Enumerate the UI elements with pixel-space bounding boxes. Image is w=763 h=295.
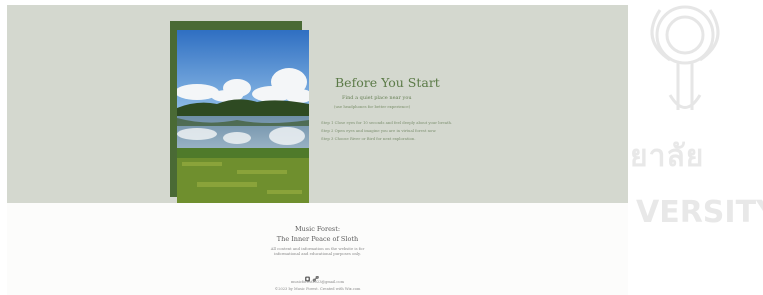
hero-subnote: (use headphones for better experience) bbox=[334, 104, 411, 109]
steps-list: Step 1 Close eyes for 10 seconds and fee… bbox=[321, 119, 452, 143]
step-item: Step 3 Choose River or Bird for next exp… bbox=[321, 136, 416, 141]
watermark-university-text: VERSITY bbox=[636, 195, 763, 230]
step-item: Step 2 Open eyes and imagine you are in … bbox=[321, 128, 437, 133]
footer-email-link[interactable]: musicforest2023@gmail.com bbox=[0, 280, 635, 284]
lake-forest-photo bbox=[177, 30, 309, 203]
footer-disclaimer-line: informational and educational purposes o… bbox=[274, 251, 361, 256]
page: ยาลัย VERSITY bbox=[0, 0, 763, 295]
footer-brand: Music Forest: bbox=[294, 225, 341, 233]
hero-subtitle: Find a quiet place near you bbox=[342, 95, 412, 101]
footer-disclaimer: All content and information on the websi… bbox=[0, 246, 635, 256]
page-title: Before You Start bbox=[335, 75, 440, 90]
footer-tagline: The Inner Peace of Sloth bbox=[276, 235, 359, 243]
watermark-thai-text: ยาลัย bbox=[630, 139, 705, 174]
hero-section bbox=[7, 5, 628, 203]
social-icons bbox=[304, 267, 324, 282]
footer-copyright: ©2023 by Music Forest. Created with Wix.… bbox=[274, 287, 361, 291]
step-item: Step 1 Close eyes for 10 seconds and fee… bbox=[321, 120, 453, 125]
